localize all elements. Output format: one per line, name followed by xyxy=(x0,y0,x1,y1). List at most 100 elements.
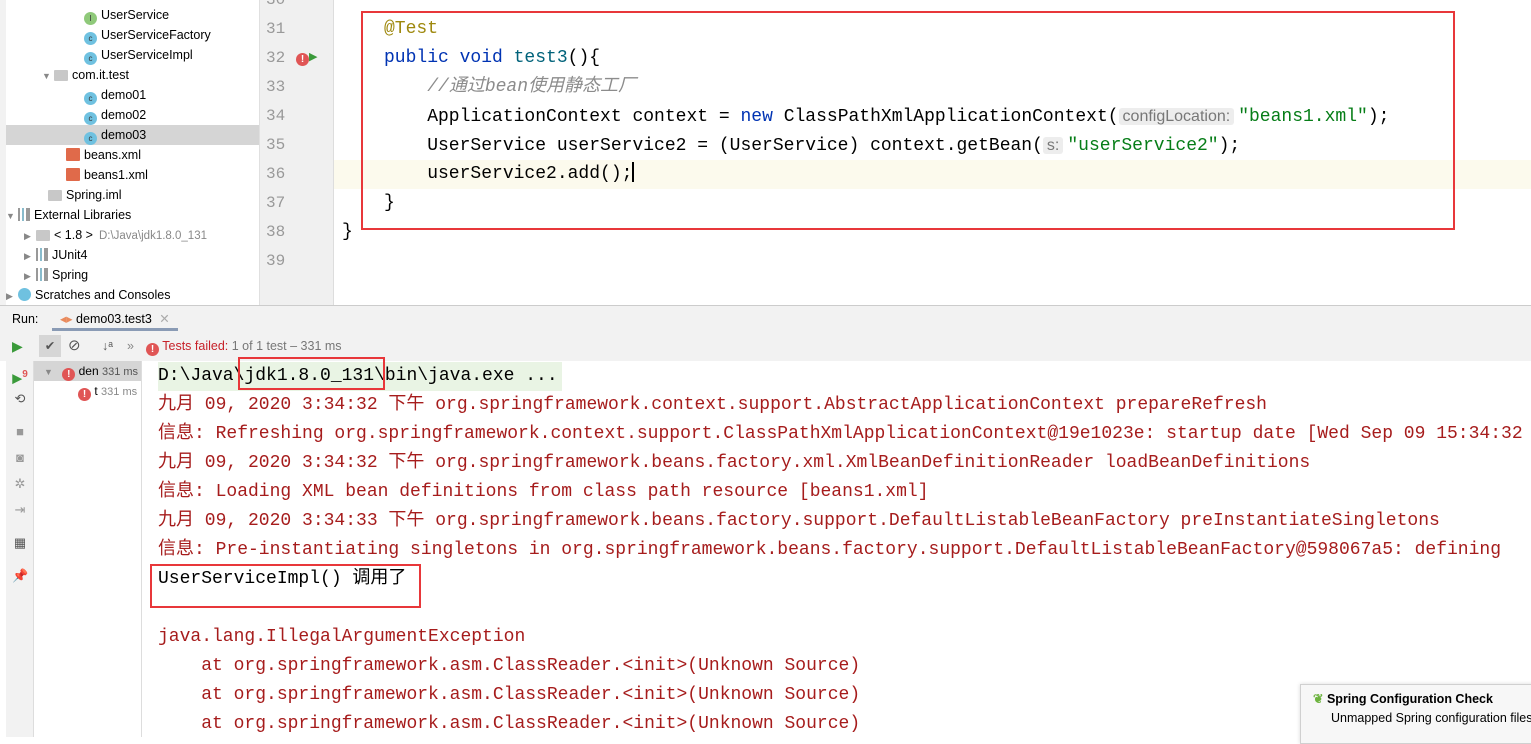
collapse-arrow-icon[interactable]: ▶ xyxy=(24,226,36,246)
console-output[interactable]: D:\Java\jdk1.8.0_131\bin\java.exe ... 九月 … xyxy=(142,361,1531,737)
project-tree-item[interactable]: c demo03 xyxy=(6,125,259,145)
show-passed-icon[interactable]: ✔ xyxy=(39,335,61,357)
line-number: 39 xyxy=(266,252,286,270)
more-icon[interactable]: » xyxy=(127,331,134,361)
project-tree-item[interactable]: ▶ < 1.8 > D:\Java\jdk1.8.0_131 xyxy=(6,225,259,245)
test-name: t xyxy=(94,384,98,398)
notification-popup[interactable]: ❦ Spring Configuration Check Unmapped Sp… xyxy=(1300,684,1531,744)
test-node-class[interactable]: ▼ ! den 331 ms xyxy=(34,361,141,381)
console-log-line: 九月 09, 2020 3:34:32 下午 org.springframewo… xyxy=(158,453,1311,473)
run-test-icon[interactable]: ▶ xyxy=(309,51,317,63)
toggle-auto-test-icon[interactable]: ⟲ xyxy=(12,391,28,407)
line-number: 32 xyxy=(266,49,286,67)
tree-item-label: External Libraries xyxy=(34,208,132,222)
project-tree-item[interactable]: ▶ Scratches and Consoles xyxy=(6,285,259,305)
project-tree-item[interactable]: beans1.xml xyxy=(6,165,259,185)
sort-icon[interactable]: ↓ᵃ xyxy=(102,331,113,361)
debug-icon[interactable]: ✲ xyxy=(12,476,28,492)
console-log-line: 信息: Loading XML bean definitions from cl… xyxy=(158,482,929,502)
tree-item-label: beans1.xml xyxy=(84,168,148,182)
editor-gutter: 30 31 32 33 34 35 36 37 38 39! ▶ xyxy=(260,0,334,305)
tree-item-label: UserServiceFactory xyxy=(101,28,211,42)
highlight-box-jdk xyxy=(238,357,385,390)
tree-item-label: beans.xml xyxy=(84,148,141,162)
collapse-arrow-icon[interactable]: ▶ xyxy=(24,246,36,266)
tree-item-label: demo01 xyxy=(101,88,147,102)
rerun-icon[interactable]: ▶ xyxy=(12,331,23,361)
project-tree-item[interactable]: Spring.iml xyxy=(6,185,259,205)
project-panel: I UserService c UserServiceFactory c UserServ… xyxy=(0,0,260,305)
console-log-line: 九月 09, 2020 3:34:33 下午 org.springframewo… xyxy=(158,511,1440,531)
project-tree-item[interactable]: c demo02 xyxy=(6,105,259,125)
error-icon: ! xyxy=(62,368,76,381)
run-tab-label: demo03.test3 xyxy=(76,312,152,326)
expand-arrow-icon[interactable]: ▼ xyxy=(6,206,18,226)
project-tree-item[interactable]: ▶ Spring xyxy=(6,265,259,285)
run-tool-window-header: Run: ◂▸ demo03.test3 ✕ xyxy=(0,305,1531,331)
camera-icon[interactable]: ◙ xyxy=(12,450,28,466)
close-icon[interactable]: ✕ xyxy=(159,312,169,326)
interface-icon: I xyxy=(84,12,97,25)
tree-item-label: UserServiceImpl xyxy=(101,48,193,62)
test-node-method[interactable]: ! t 331 ms xyxy=(78,381,137,401)
project-tree-item[interactable]: I UserService xyxy=(6,5,259,25)
status-detail: 1 of 1 test – 331 ms xyxy=(231,339,342,353)
console-log-line: 九月 09, 2020 3:34:32 下午 org.springframewo… xyxy=(158,395,1267,415)
test-run-icon: ◂▸ xyxy=(60,312,73,326)
project-tree-item[interactable]: c UserServiceImpl xyxy=(6,45,259,65)
tree-item-label: Spring xyxy=(52,268,89,282)
tree-item-label: UserService xyxy=(101,8,170,22)
test-results-tree: ▼ ! den 331 ms ! t 331 ms xyxy=(34,361,142,737)
class-icon: c xyxy=(84,32,97,45)
line-number: 38 xyxy=(266,223,286,241)
console-exception-line: at org.springframework.asm.ClassReader.<… xyxy=(158,685,861,705)
tree-item-label: JUnit4 xyxy=(52,248,88,262)
project-tree-item[interactable]: beans.xml xyxy=(6,145,259,165)
run-toolbar: ▶ ✔ ⊘ ↓ᵃ » ! Tests failed: 1 of 1 test –… xyxy=(0,331,1531,361)
library-icon xyxy=(36,248,48,261)
console-exception-line: java.lang.IllegalArgumentException xyxy=(158,627,526,647)
test-time: 331 ms xyxy=(101,366,139,378)
collapse-arrow-icon[interactable]: ▶ xyxy=(6,286,18,306)
project-tree-item[interactable]: ▼ External Libraries xyxy=(6,205,259,225)
tree-item-label: Scratches and Consoles xyxy=(35,288,171,302)
error-icon: ! xyxy=(146,343,159,356)
class-icon: c xyxy=(84,52,97,65)
run-label: Run: xyxy=(12,312,39,326)
project-tree-item[interactable]: ▼ com.it.test xyxy=(6,65,259,85)
layout-icon[interactable]: ▦ xyxy=(12,535,28,551)
test-class-icon: c xyxy=(84,92,97,105)
package-icon xyxy=(54,70,68,81)
run-tab[interactable]: ◂▸ demo03.test3 ✕ xyxy=(52,306,178,331)
test-time: 331 ms xyxy=(101,386,138,398)
tree-item-label: < 1.8 > xyxy=(54,228,93,242)
project-tree-item[interactable]: c UserServiceFactory xyxy=(6,25,259,45)
code-token: } xyxy=(342,222,353,242)
project-tree-item[interactable]: ▶ JUnit4 xyxy=(6,245,259,265)
scratches-icon xyxy=(18,288,31,301)
tree-item-label: demo03 xyxy=(101,128,147,142)
notification-body: Unmapped Spring configuration files foun… xyxy=(1331,711,1531,725)
line-number: 34 xyxy=(266,107,286,125)
stop-icon[interactable]: ■ xyxy=(12,424,28,440)
rerun-failed-icon[interactable]: ▶9 xyxy=(12,367,28,385)
console-log-line: 信息: Pre-instantiating singletons in org.… xyxy=(158,540,1502,560)
xml-file-icon xyxy=(66,168,80,181)
error-icon: ! xyxy=(78,388,91,401)
spring-leaf-icon: ❦ xyxy=(1313,692,1324,706)
code-line[interactable] xyxy=(334,247,1531,276)
expand-arrow-icon[interactable]: ▼ xyxy=(42,66,54,86)
exit-icon[interactable]: ⇥ xyxy=(12,502,28,518)
project-tree-item[interactable]: c demo01 xyxy=(6,85,259,105)
line-number: 35 xyxy=(266,136,286,154)
highlight-box-code xyxy=(361,11,1455,230)
tree-item-label: demo02 xyxy=(101,108,147,122)
run-side-toolbar: ▶9 ⟲ ■ ◙ ✲ ⇥ ▦ 📌 xyxy=(6,361,34,737)
error-icon[interactable]: ! xyxy=(296,53,309,66)
line-number: 36 xyxy=(266,165,286,183)
pin-icon[interactable]: 📌 xyxy=(12,568,28,584)
notification-title: Spring Configuration Check xyxy=(1326,692,1493,706)
show-ignored-icon[interactable]: ⊘ xyxy=(68,331,81,361)
status-failed: Tests failed: xyxy=(162,339,229,353)
collapse-arrow-icon[interactable]: ▶ xyxy=(24,266,36,286)
